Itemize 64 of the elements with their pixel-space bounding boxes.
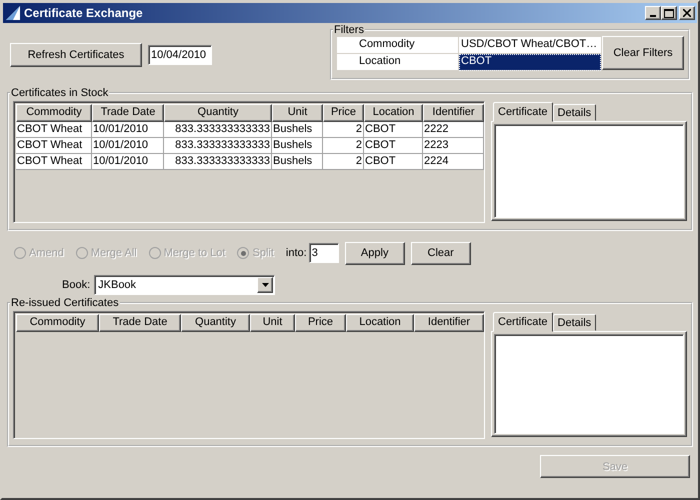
maximize-button[interactable] [661, 6, 677, 20]
apply-button[interactable]: Apply [344, 242, 405, 264]
group-title: Filters [333, 24, 365, 36]
minimize-button[interactable] [645, 6, 661, 20]
table-cell: 2 [323, 154, 364, 170]
column-header[interactable]: Unit [250, 314, 295, 332]
tab[interactable]: Details [552, 314, 596, 331]
table-cell: 2222 [423, 122, 484, 138]
into-label: into: [286, 247, 307, 259]
table-cell: CBOT Wheat [16, 154, 92, 170]
table-cell: 2 [323, 138, 364, 154]
table-cell: CBOT [364, 154, 423, 170]
table-cell: CBOT Wheat [16, 122, 92, 138]
table-cell: 2 [323, 122, 364, 138]
column-header[interactable]: Identifier [423, 104, 484, 122]
table-cell: CBOT [364, 138, 423, 154]
column-header[interactable]: Quantity [164, 104, 272, 122]
column-header[interactable]: Location [346, 314, 414, 332]
window-title: Certificate Exchange [24, 6, 143, 20]
table-cell: 10/01/2010 [92, 154, 164, 170]
radio-icon [237, 247, 250, 259]
column-header[interactable]: Location [364, 104, 423, 122]
radio-icon [14, 247, 26, 259]
table-cell: Bushels [272, 154, 323, 170]
column-header[interactable]: Commodity [16, 104, 92, 122]
column-header[interactable]: Commodity [16, 314, 99, 332]
app-icon [5, 5, 21, 21]
group-title: Re-issued Certificates [10, 297, 120, 309]
tab[interactable]: Details [552, 104, 596, 121]
group-title: Certificates in Stock [10, 87, 110, 99]
radio-icon [148, 247, 161, 259]
filter-value[interactable]: CBOT [459, 54, 601, 71]
date-field[interactable]: 10/04/2010 [148, 45, 212, 65]
column-header[interactable]: Trade Date [99, 314, 181, 332]
table-cell: 2223 [423, 138, 484, 154]
table-cell: 2224 [423, 154, 484, 170]
close-button[interactable] [679, 6, 695, 20]
book-label: Book: [62, 279, 90, 291]
clear-filters-button[interactable]: Clear Filters [602, 36, 684, 70]
filter-label: Commodity [337, 37, 459, 54]
table-cell: 10/01/2010 [92, 138, 164, 154]
close-icon [683, 9, 691, 17]
tab[interactable]: Certificate [493, 102, 553, 122]
refresh-button[interactable]: Refresh Certificates [10, 43, 142, 67]
clear-button[interactable]: Clear [410, 242, 471, 264]
split-count-field[interactable]: 3 [308, 243, 339, 263]
column-header[interactable]: Unit [272, 104, 323, 122]
table-cell: 833.333333333333 [164, 138, 272, 154]
tab[interactable]: Certificate [493, 312, 553, 332]
table-cell: 10/01/2010 [92, 122, 164, 138]
radio-icon [76, 247, 88, 259]
table-cell: Bushels [272, 138, 323, 154]
table-cell: CBOT [364, 122, 423, 138]
table-cell: 833.333333333333 [164, 122, 272, 138]
column-header[interactable]: Price [323, 104, 364, 122]
column-header[interactable]: Identifier [414, 314, 484, 332]
book-dropdown[interactable]: JKBook [94, 275, 276, 295]
column-header[interactable]: Trade Date [92, 104, 164, 122]
table-cell: CBOT Wheat [16, 138, 92, 154]
maximize-icon [664, 8, 674, 18]
column-header[interactable]: Quantity [181, 314, 250, 332]
table-cell: Bushels [272, 122, 323, 138]
column-header[interactable]: Price [295, 314, 346, 332]
table-cell: 833.333333333333 [164, 154, 272, 170]
